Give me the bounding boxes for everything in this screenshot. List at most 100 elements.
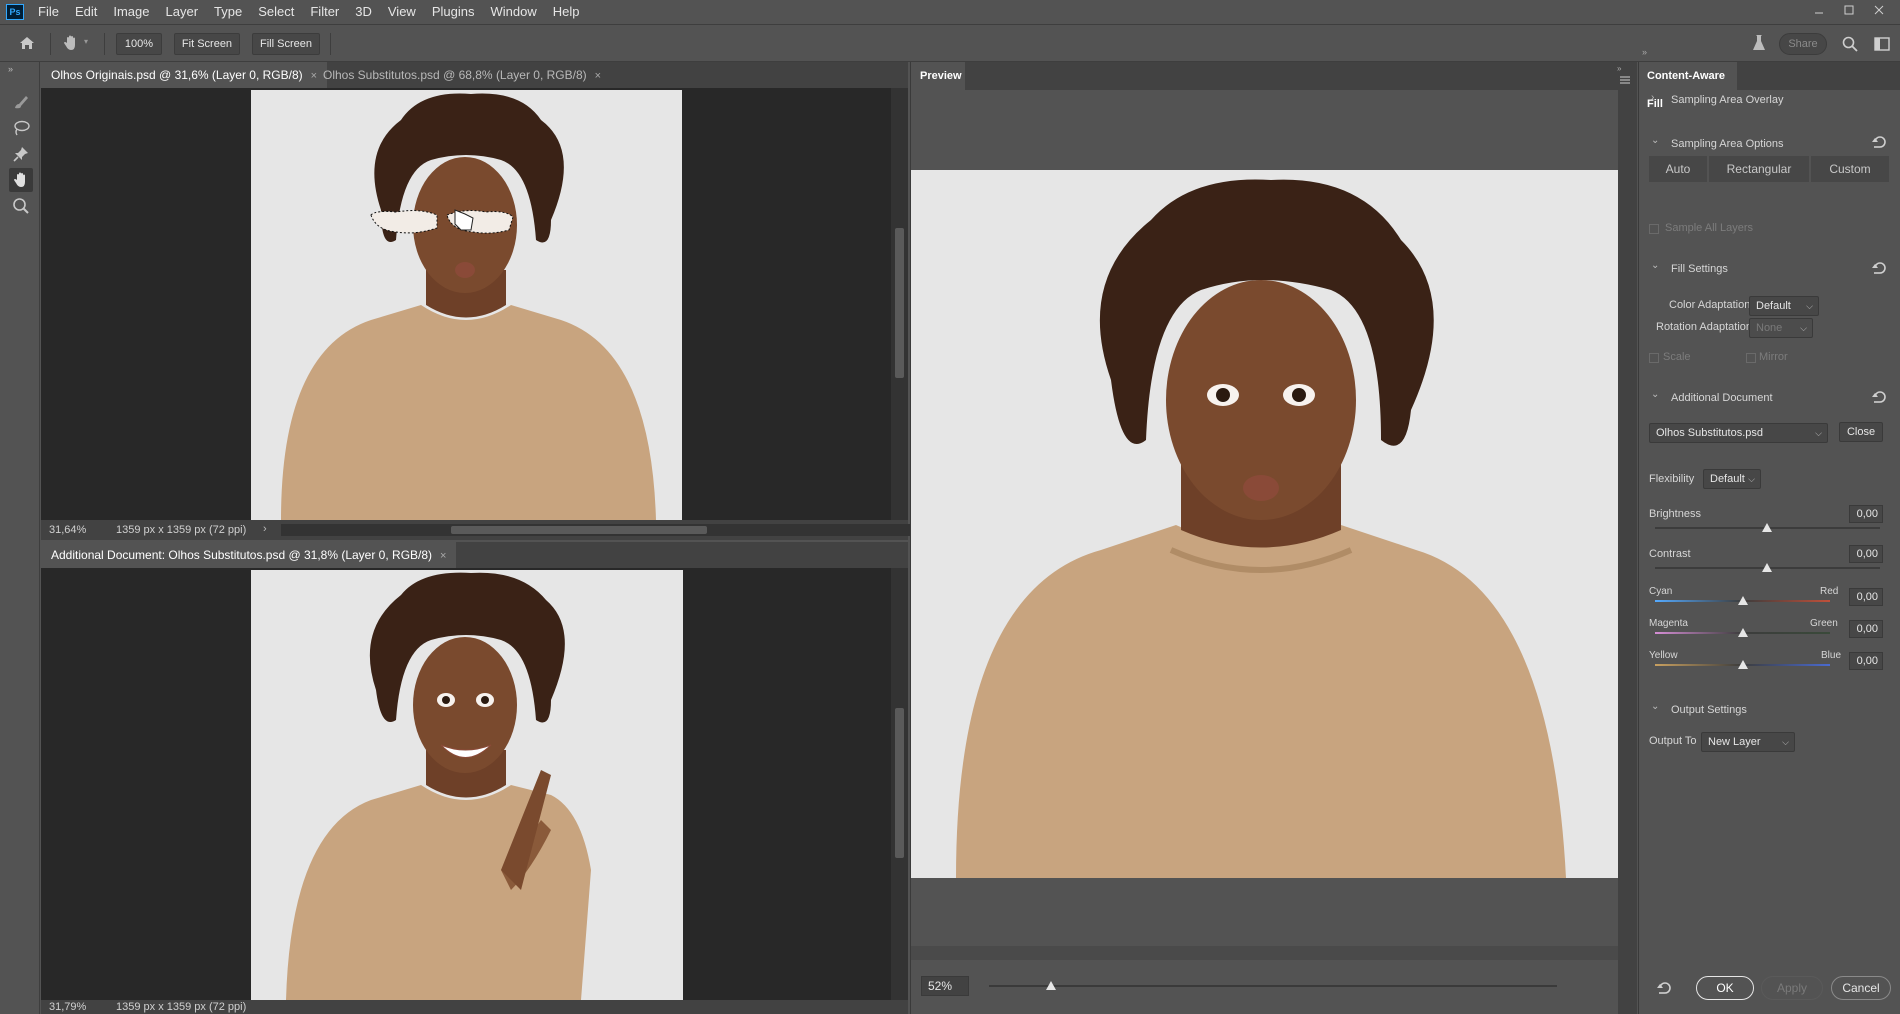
tab-olhos-originais[interactable]: Olhos Originais.psd @ 31,6% (Layer 0, RG… <box>41 62 328 88</box>
magenta-green-value[interactable]: 0,00 <box>1849 620 1883 638</box>
menu-select[interactable]: Select <box>250 0 302 24</box>
rotation-adaptation-dropdown[interactable]: None ⌵ <box>1749 318 1813 338</box>
apply-button[interactable]: Apply <box>1761 976 1823 1000</box>
hand-tool-active-icon[interactable] <box>9 168 33 192</box>
tool-preset-chevron-icon[interactable]: ▾ <box>84 37 88 46</box>
top-horizontal-scrollbar[interactable] <box>281 524 925 536</box>
home-icon[interactable] <box>18 35 36 51</box>
cyan-red-value[interactable]: 0,00 <box>1849 588 1883 606</box>
brightness-value[interactable]: 0,00 <box>1849 505 1883 523</box>
menu-window[interactable]: Window <box>482 0 544 24</box>
menu-layer[interactable]: Layer <box>158 0 207 24</box>
tab-additional-document[interactable]: Additional Document: Olhos Substitutos.p… <box>41 542 457 568</box>
menu-type[interactable]: Type <box>206 0 250 24</box>
output-settings-title[interactable]: Output Settings <box>1671 704 1747 716</box>
top-canvas[interactable] <box>41 88 891 520</box>
cancel-button[interactable]: Cancel <box>1831 976 1891 1000</box>
menu-file[interactable]: File <box>30 0 67 24</box>
reset-all-icon[interactable] <box>1657 980 1673 996</box>
reset-icon[interactable] <box>1872 134 1888 150</box>
preview-zoom-knob[interactable] <box>1046 981 1057 990</box>
additional-document-dropdown[interactable]: Olhos Substitutos.psd ⌵ <box>1649 423 1828 443</box>
preview-zoom-slider[interactable] <box>989 981 1557 990</box>
hand-tool-icon[interactable] <box>62 34 80 52</box>
lasso-icon[interactable] <box>9 116 33 140</box>
sampling-custom-button[interactable]: Custom <box>1811 156 1889 182</box>
pin-icon[interactable] <box>9 142 33 166</box>
panel-menu-icon[interactable] <box>1619 75 1631 85</box>
cyan-red-knob[interactable] <box>1738 596 1748 605</box>
zoom-tool-icon[interactable] <box>9 194 33 218</box>
menu-filter[interactable]: Filter <box>302 0 347 24</box>
fill-settings-title[interactable]: Fill Settings <box>1671 263 1728 275</box>
reset-icon[interactable] <box>1872 389 1888 405</box>
chevron-down-icon[interactable]: ⌄ <box>1651 135 1659 146</box>
fill-screen-button[interactable]: Fill Screen <box>252 33 320 55</box>
workspace-icon[interactable] <box>1874 36 1890 52</box>
bottom-vertical-scrollbar[interactable] <box>891 568 908 1000</box>
sampling-options-title[interactable]: Sampling Area Options <box>1671 138 1784 150</box>
menu-view[interactable]: View <box>380 0 424 24</box>
search-icon[interactable] <box>1842 36 1858 52</box>
yellow-blue-value[interactable]: 0,00 <box>1849 652 1883 670</box>
content-aware-fill-panel: Content-Aware Fill » › Sampling Area Ove… <box>1638 47 1900 1014</box>
zoom-100-button[interactable]: 100% <box>116 33 162 55</box>
zoom-level[interactable]: 31,64% <box>49 524 86 536</box>
zoom-level[interactable]: 31,79% <box>49 1001 86 1013</box>
menu-image[interactable]: Image <box>105 0 157 24</box>
blue-label: Blue <box>1821 650 1842 661</box>
tab-label: Olhos Originais.psd @ 31,6% (Layer 0, RG… <box>51 68 303 82</box>
ok-button[interactable]: OK <box>1696 976 1754 1000</box>
sampling-overlay-title[interactable]: Sampling Area Overlay <box>1671 94 1784 106</box>
chevron-down-icon: ⌵ <box>1806 301 1813 311</box>
preview-tab[interactable]: Preview <box>911 62 965 90</box>
contrast-knob[interactable] <box>1762 563 1772 572</box>
chevron-right-icon[interactable]: › <box>1651 92 1654 103</box>
magenta-green-knob[interactable] <box>1738 628 1748 637</box>
scale-checkbox[interactable] <box>1649 353 1659 363</box>
menu-help[interactable]: Help <box>545 0 588 24</box>
tab-olhos-substitutos[interactable]: Olhos Substitutos.psd @ 68,8% (Layer 0, … <box>313 62 611 88</box>
tab-label: Additional Document: Olhos Substitutos.p… <box>51 548 433 562</box>
menu-plugins[interactable]: Plugins <box>424 0 483 24</box>
chevron-down-icon[interactable]: ⌄ <box>1651 389 1659 400</box>
top-vertical-scrollbar[interactable] <box>891 88 908 520</box>
minimize-icon[interactable] <box>1804 0 1834 20</box>
sampling-brush-icon[interactable] <box>9 90 33 114</box>
close-icon[interactable]: × <box>595 70 601 82</box>
collapse-icon[interactable]: » <box>1642 47 1647 57</box>
status-chevron-icon[interactable]: › <box>263 523 267 535</box>
menu-3d[interactable]: 3D <box>347 0 380 24</box>
close-window-icon[interactable] <box>1864 0 1894 20</box>
original-photo <box>251 90 682 520</box>
sampling-rectangular-button[interactable]: Rectangular <box>1709 156 1809 182</box>
color-adaptation-dropdown[interactable]: Default ⌵ <box>1749 296 1819 316</box>
brightness-knob[interactable] <box>1762 523 1772 532</box>
chevron-down-icon[interactable]: ⌄ <box>1651 260 1659 271</box>
content-aware-fill-tab[interactable]: Content-Aware Fill <box>1639 62 1737 110</box>
maximize-icon[interactable] <box>1834 0 1864 20</box>
expand-toolbar-icon[interactable]: » <box>8 64 13 74</box>
collapse-icon[interactable]: » <box>1617 64 1621 73</box>
contrast-value[interactable]: 0,00 <box>1849 545 1883 563</box>
close-icon[interactable]: × <box>440 550 446 562</box>
bottom-canvas[interactable] <box>41 568 891 1000</box>
preview-zoom-input[interactable]: 52% <box>921 976 969 996</box>
reset-icon[interactable] <box>1872 260 1888 276</box>
chevron-down-icon[interactable]: ⌄ <box>1651 701 1659 712</box>
mirror-checkbox[interactable] <box>1746 353 1756 363</box>
close-document-button[interactable]: Close <box>1839 422 1883 442</box>
tab-label: Olhos Substitutos.psd @ 68,8% (Layer 0, … <box>323 68 587 82</box>
preview-image <box>911 170 1618 878</box>
additional-document-title[interactable]: Additional Document <box>1671 392 1773 404</box>
share-button[interactable]: Share <box>1779 33 1827 55</box>
contrast-label: Contrast <box>1649 548 1691 560</box>
sample-all-layers-checkbox[interactable] <box>1649 224 1659 234</box>
menu-edit[interactable]: Edit <box>67 0 105 24</box>
output-to-dropdown[interactable]: New Layer ⌵ <box>1701 732 1795 752</box>
beaker-icon[interactable] <box>1752 34 1766 52</box>
fit-screen-button[interactable]: Fit Screen <box>174 33 240 55</box>
flexibility-dropdown[interactable]: Default ⌵ <box>1703 469 1761 489</box>
yellow-blue-knob[interactable] <box>1738 660 1748 669</box>
sampling-auto-button[interactable]: Auto <box>1649 156 1707 182</box>
